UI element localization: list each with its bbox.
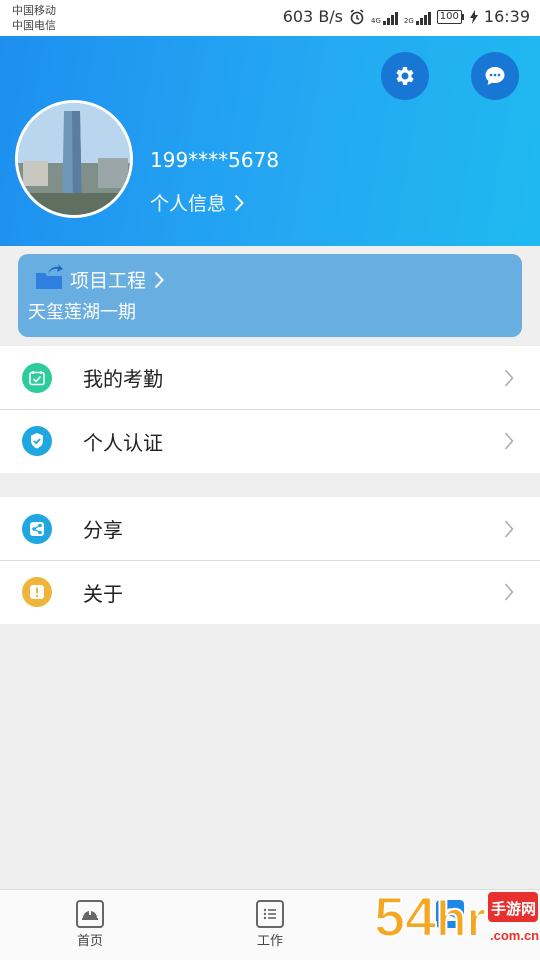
- chevron-right-icon: [234, 194, 244, 211]
- alarm-icon: [350, 8, 364, 24]
- exclamation-icon: [22, 577, 52, 607]
- battery-level: 100: [436, 9, 462, 24]
- svg-text:手游网: 手游网: [491, 900, 536, 918]
- personal-info-link[interactable]: 个人信息: [150, 189, 244, 216]
- tab-home[interactable]: 首页: [50, 900, 130, 949]
- menu-item-share[interactable]: 分享: [0, 497, 540, 560]
- settings-button[interactable]: [381, 52, 429, 100]
- message-button[interactable]: [471, 52, 519, 100]
- menu-label-about: 关于: [83, 581, 123, 606]
- status-bar: 中国移动 中国电信 603 B/s 4G 2G 100 16:39: [0, 0, 540, 36]
- tab-work[interactable]: 工作: [230, 900, 310, 949]
- chevron-right-icon: [154, 271, 164, 288]
- clock: 16:39: [483, 7, 530, 26]
- project-card[interactable]: 项目工程 天玺莲湖一期: [18, 254, 522, 337]
- carrier-1: 中国移动: [12, 4, 56, 17]
- profile-header: 199****5678 个人信息: [0, 36, 540, 246]
- menu-label-share: 分享: [83, 518, 123, 542]
- avatar[interactable]: [15, 100, 133, 218]
- network-type-2: 2G: [403, 16, 414, 25]
- tab-label-home: 首页: [76, 934, 103, 949]
- carrier-2: 中国电信: [12, 19, 56, 32]
- chevron-right-icon: [504, 432, 514, 450]
- calendar-check-icon: [22, 362, 52, 393]
- tab-label-work: 工作: [256, 934, 283, 949]
- menu-group-1: 我的考勤 个人认证: [0, 346, 540, 473]
- shield-check-icon: [22, 426, 52, 456]
- site-watermark-logo: 54 hr 手游网 .com.cn: [373, 884, 539, 949]
- project-name: 天玺莲湖一期: [28, 302, 136, 323]
- chat-bubble-icon: [485, 67, 505, 85]
- share-icon: [22, 513, 52, 544]
- menu-item-verification[interactable]: 个人认证: [0, 409, 540, 472]
- menu-item-attendance[interactable]: 我的考勤: [0, 346, 540, 409]
- network-speed: 603 B/s: [282, 7, 344, 26]
- svg-text:54: 54: [374, 885, 436, 948]
- project-title: 项目工程: [70, 270, 147, 292]
- phone-number: 199****5678: [150, 148, 280, 172]
- folder-share-icon: [36, 264, 63, 289]
- battery-icon: 100: [436, 9, 464, 24]
- network-type-1: 4G: [371, 16, 381, 25]
- signal-icon-1: 4G: [371, 9, 398, 25]
- chevron-right-icon: [504, 583, 514, 601]
- menu-label-attendance: 我的考勤: [83, 367, 163, 391]
- menu-label-verification: 个人认证: [83, 430, 163, 455]
- helmet-icon: [76, 900, 104, 928]
- status-indicators: 603 B/s 4G 2G 100 16:39: [283, 7, 530, 26]
- chevron-right-icon: [504, 369, 514, 386]
- menu-item-about[interactable]: 关于: [0, 560, 540, 623]
- svg-text:.com.cn: .com.cn: [490, 928, 539, 943]
- signal-icon-2: 2G: [404, 9, 431, 25]
- menu-group-2: 分享 关于: [0, 497, 540, 624]
- list-icon: [256, 900, 284, 928]
- gear-icon: [396, 67, 414, 85]
- avatar-image: [18, 103, 130, 215]
- project-title-link[interactable]: 项目工程: [70, 266, 164, 293]
- carrier-labels: 中国移动 中国电信: [12, 3, 56, 33]
- svg-text:hr: hr: [436, 891, 486, 947]
- personal-info-label: 个人信息: [150, 193, 227, 215]
- chevron-right-icon: [504, 520, 514, 537]
- charging-icon: [469, 9, 478, 24]
